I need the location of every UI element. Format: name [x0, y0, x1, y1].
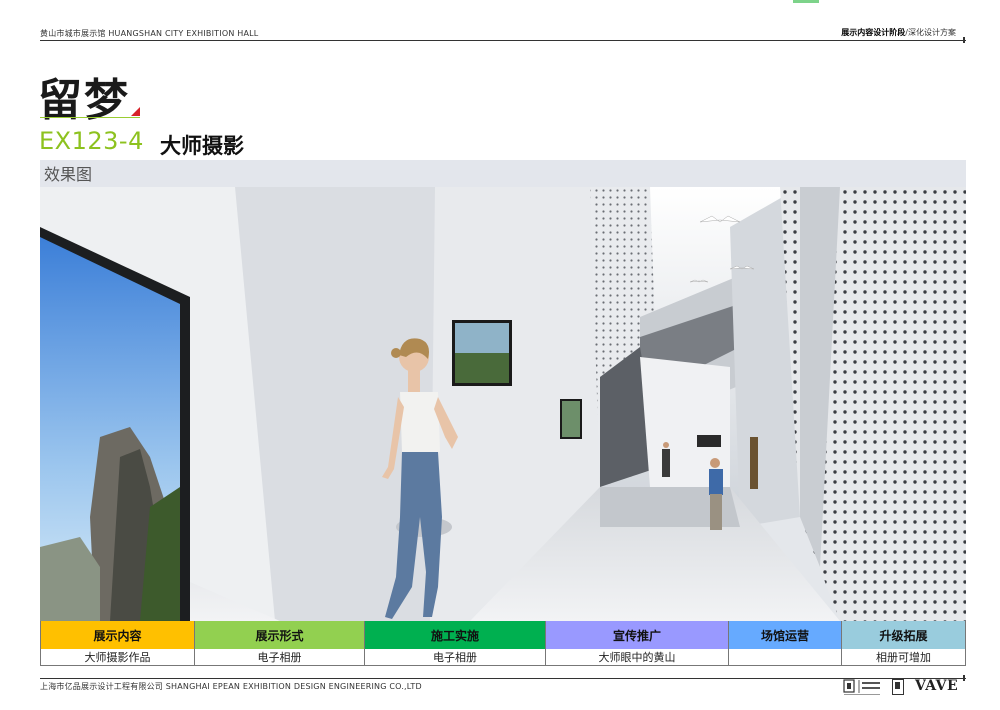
footer-divider-cap [963, 675, 965, 681]
info-table: 展示内容 展示形式 施工实施 宣传推广 场馆运营 升级拓展 大师摄影作品 电子相… [40, 621, 966, 666]
epean-logo [843, 679, 880, 695]
vave-logo: VAVE [915, 678, 959, 694]
render-label-band [40, 160, 966, 187]
design-stage-main: 展示内容设计阶段 [841, 28, 906, 37]
render-label: 效果图 [44, 165, 93, 184]
company-name: 上海市亿品展示设计工程有限公司 SHANGHAI EPEAN EXHIBITIO… [40, 682, 422, 691]
project-title: 黄山市城市展示馆 HUANGSHAN CITY EXHIBITION HALL [40, 29, 259, 38]
info-table-header: 展示内容 展示形式 施工实施 宣传推广 场馆运营 升级拓展 [40, 621, 966, 649]
title-underline [40, 117, 140, 118]
header-divider [40, 40, 966, 41]
cell-exhibit-content: 大师摄影作品 [40, 649, 195, 666]
cell-promotion: 大师眼中的黄山 [546, 649, 729, 666]
section-title: 留梦 [38, 75, 130, 126]
design-stage-sub: /深化设计方案 [905, 28, 956, 37]
top-accent-bar [793, 0, 819, 3]
exhibit-code: EX123-4 [39, 127, 144, 155]
header-display-form: 展示形式 [195, 621, 365, 649]
header-exhibit-content: 展示内容 [40, 621, 195, 649]
cell-operation [729, 649, 842, 666]
design-stage: 展示内容设计阶段/深化设计方案 [841, 27, 956, 38]
brand-mark-logo [892, 679, 904, 695]
header-operation: 场馆运营 [729, 621, 842, 649]
footer-divider [40, 678, 966, 679]
header-upgrade: 升级拓展 [842, 621, 966, 649]
info-table-row: 大师摄影作品 电子相册 电子相册 大师眼中的黄山 相册可增加 [40, 649, 966, 666]
header-construction: 施工实施 [365, 621, 546, 649]
header-divider-cap [963, 37, 965, 43]
header-promotion: 宣传推广 [546, 621, 729, 649]
red-corner-mark [131, 107, 140, 116]
exhibit-name: 大师摄影 [160, 134, 244, 158]
exhibition-render-image [40, 187, 966, 621]
cell-upgrade: 相册可增加 [842, 649, 966, 666]
cell-display-form: 电子相册 [195, 649, 365, 666]
cell-construction: 电子相册 [365, 649, 546, 666]
